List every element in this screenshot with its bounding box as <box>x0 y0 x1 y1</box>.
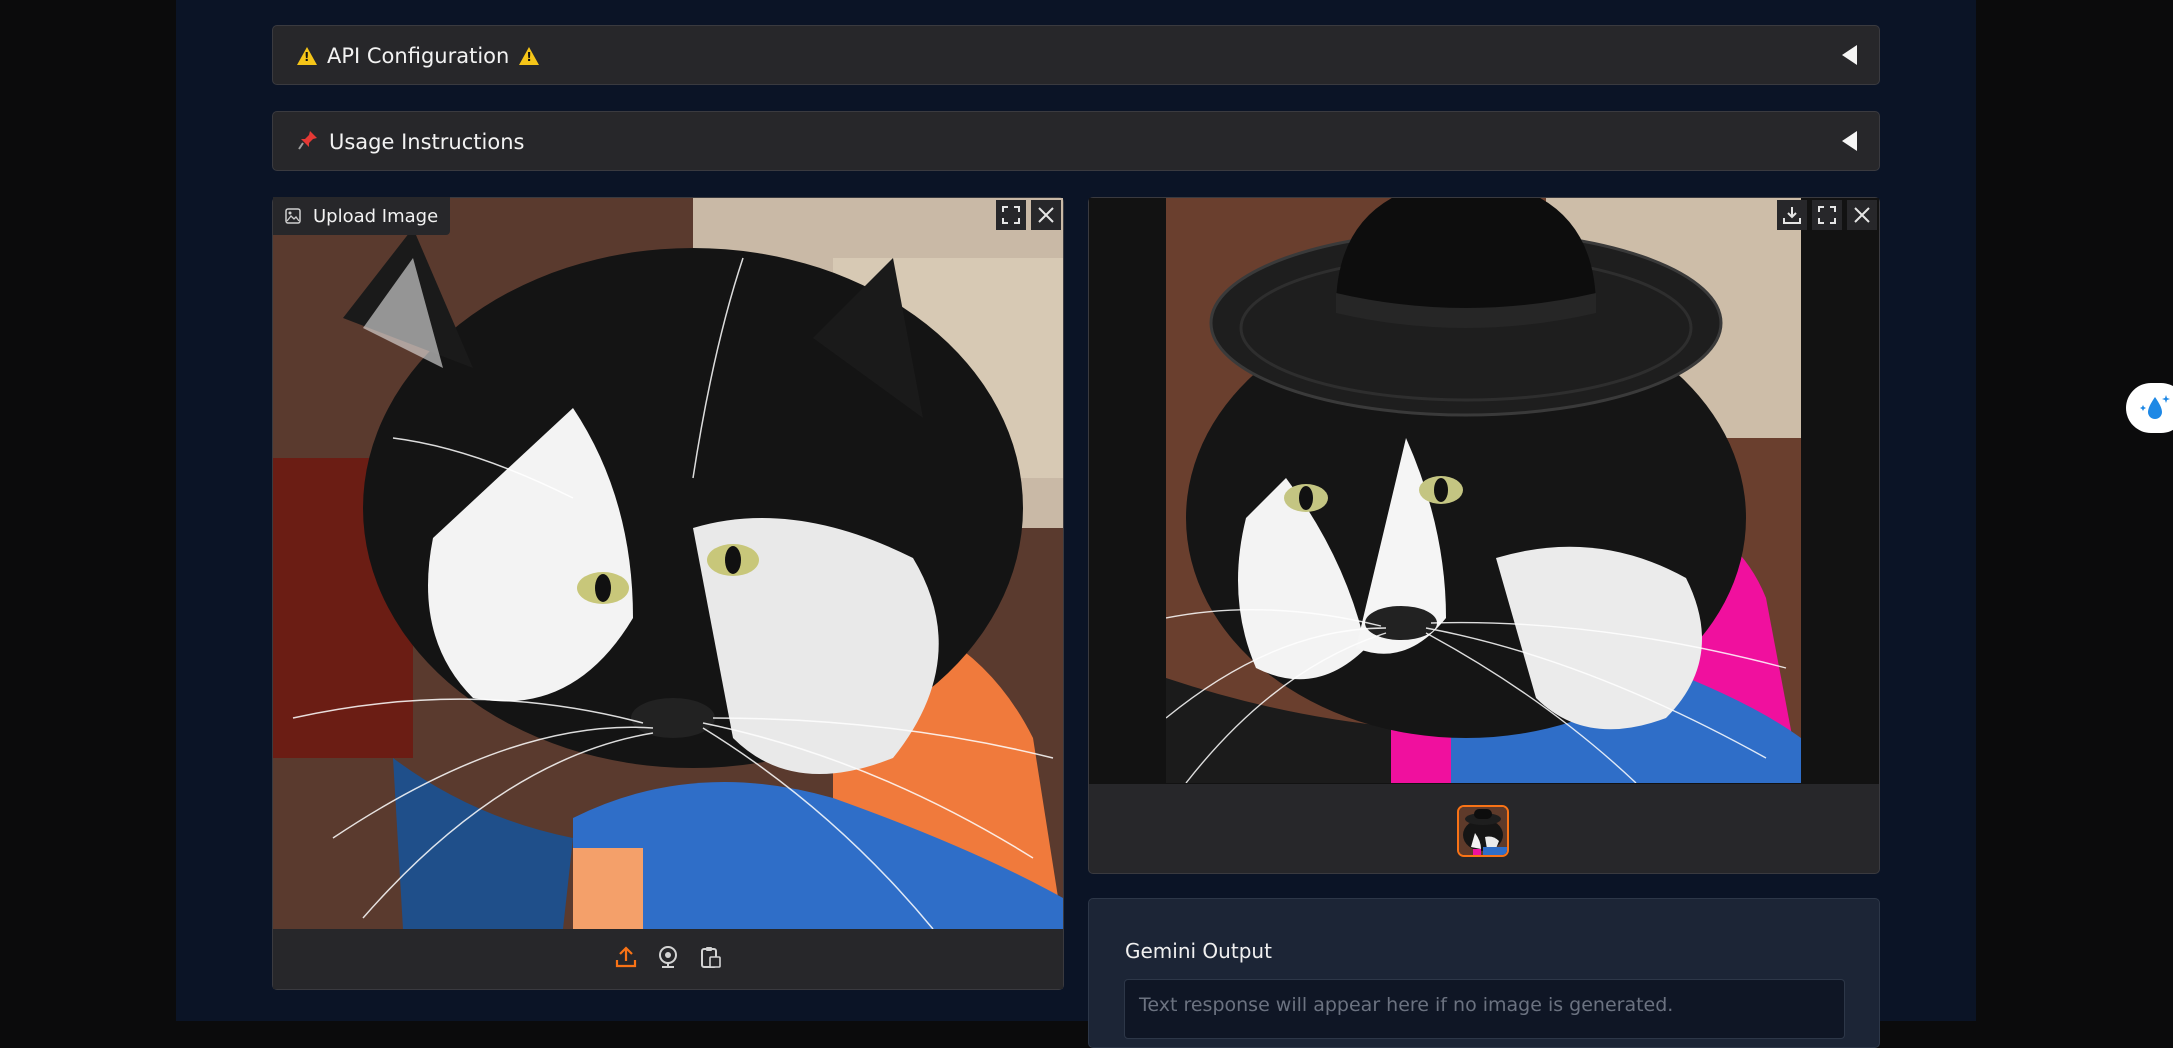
image-icon <box>285 208 301 224</box>
accordion-label: API Configuration <box>327 44 510 68</box>
upload-icon <box>615 946 637 968</box>
fullscreen-button[interactable] <box>996 200 1026 230</box>
api-configuration-accordion[interactable]: API Configuration <box>272 25 1880 85</box>
floating-assistant-button[interactable] <box>2126 383 2173 433</box>
usage-instructions-accordion[interactable]: Usage Instructions <box>272 111 1880 171</box>
generated-cat-with-hat-image <box>1166 198 1801 783</box>
collapse-caret-icon[interactable] <box>1842 131 1857 151</box>
upload-image-label: Upload Image <box>273 197 451 235</box>
upload-button[interactable] <box>614 945 638 973</box>
fullscreen-icon <box>1818 206 1836 224</box>
fullscreen-button[interactable] <box>1812 200 1842 230</box>
gemini-output-title: Gemini Output <box>1125 939 1272 963</box>
uploaded-cat-image <box>273 198 1063 929</box>
webcam-button[interactable] <box>656 945 680 973</box>
image-source-toolbar <box>273 929 1063 989</box>
close-button[interactable] <box>1847 200 1877 230</box>
close-icon <box>1038 207 1054 223</box>
clipboard-icon <box>701 947 721 968</box>
download-icon <box>1783 207 1801 224</box>
collapse-caret-icon[interactable] <box>1842 45 1857 65</box>
warning-icon <box>519 47 540 65</box>
clipboard-button[interactable] <box>698 945 722 973</box>
gallery-thumbnail[interactable] <box>1457 805 1509 857</box>
pushpin-icon <box>297 129 319 156</box>
fullscreen-icon <box>1002 206 1020 224</box>
close-icon <box>1854 207 1870 223</box>
accordion-header: Usage Instructions <box>297 112 534 172</box>
close-button[interactable] <box>1031 200 1061 230</box>
sparkle-drop-icon <box>2140 395 2170 419</box>
webcam-icon <box>659 946 677 968</box>
download-button[interactable] <box>1777 200 1807 230</box>
accordion-header: API Configuration <box>297 26 549 86</box>
warning-icon <box>297 47 317 65</box>
upload-image-text: Upload Image <box>313 205 439 227</box>
gemini-output-panel: Gemini Output Text response will appear … <box>1088 898 1880 1048</box>
accordion-label: Usage Instructions <box>329 130 525 154</box>
gemini-output-textbox[interactable]: Text response will appear here if no ima… <box>1124 979 1845 1039</box>
